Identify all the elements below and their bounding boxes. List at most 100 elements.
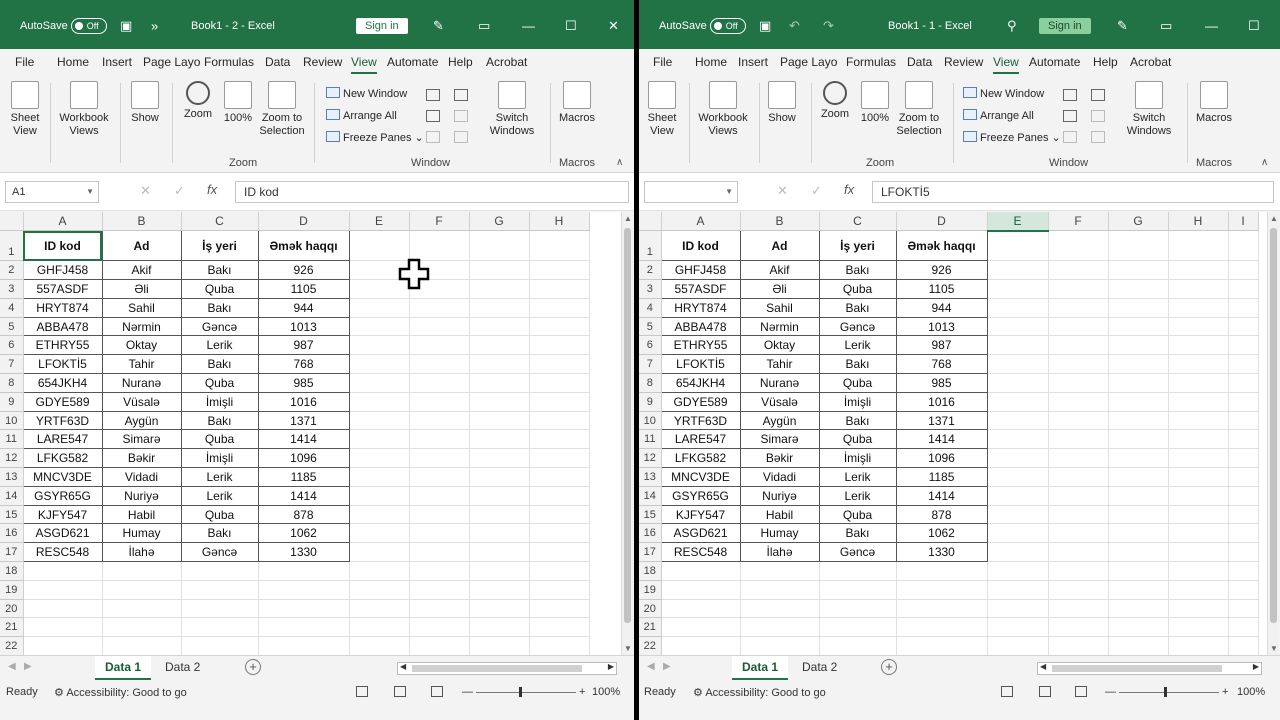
cell-i2[interactable] <box>1228 260 1259 281</box>
redo-icon[interactable]: ↷ <box>823 18 834 34</box>
cell-g15[interactable] <box>1108 505 1169 525</box>
scroll-down-icon[interactable]: ▼ <box>622 644 634 653</box>
tab-data[interactable]: Data <box>265 55 290 69</box>
row-header[interactable]: 10 <box>0 411 24 431</box>
tab-page-layo[interactable]: Page Layo <box>143 55 200 69</box>
scroll-left-icon[interactable]: ◀ <box>400 662 406 671</box>
row-header[interactable]: 3 <box>0 279 24 299</box>
view-side-by-side-icon[interactable] <box>454 89 468 101</box>
cell-g2[interactable] <box>469 260 530 281</box>
cell-g18[interactable] <box>469 561 530 581</box>
cell-b15[interactable]: Habil <box>101 504 182 525</box>
cell-e6[interactable] <box>987 335 1049 356</box>
row-header[interactable]: 13 <box>639 467 662 487</box>
cell-h20[interactable] <box>529 599 590 619</box>
cell-i6[interactable] <box>1228 335 1259 356</box>
cell-c17[interactable]: Gəncə <box>180 542 259 563</box>
cell-d2[interactable]: 926 <box>895 260 988 281</box>
cell-d1[interactable]: Əmək haqqı <box>895 230 988 262</box>
tab-home[interactable]: Home <box>57 55 89 69</box>
arrange-all-button[interactable]: Arrange All <box>963 109 1034 123</box>
cell-h14[interactable] <box>1168 486 1229 506</box>
cell-c4[interactable]: Bakı <box>818 297 897 318</box>
cell-d5[interactable]: 1013 <box>257 316 350 337</box>
cell-g19[interactable] <box>1108 580 1169 600</box>
cell-d22[interactable] <box>896 636 988 657</box>
cell-g1[interactable] <box>1108 230 1169 262</box>
row-header[interactable]: 19 <box>639 580 662 600</box>
cell-e4[interactable] <box>987 298 1049 318</box>
cell-g4[interactable] <box>469 298 530 318</box>
cell-g11[interactable] <box>1108 429 1169 450</box>
minimize-icon[interactable]: — <box>522 19 535 34</box>
cell-h13[interactable] <box>529 467 590 487</box>
cell-b10[interactable]: Aygün <box>101 410 182 431</box>
sign-in-button[interactable]: Sign in <box>1039 18 1091 34</box>
new-window-button[interactable]: New Window <box>963 87 1044 101</box>
cell-b1[interactable]: Ad <box>101 230 182 262</box>
cell-c8[interactable]: Quba <box>818 373 897 393</box>
cell-h1[interactable] <box>529 230 590 262</box>
cell-h10[interactable] <box>529 411 590 431</box>
cell-i8[interactable] <box>1228 373 1259 393</box>
cell-f17[interactable] <box>409 542 470 563</box>
switch-windows-button[interactable]: Switch Windows <box>1121 81 1177 138</box>
cell-f17[interactable] <box>1048 542 1109 563</box>
column-header-d[interactable]: D <box>258 212 350 232</box>
row-header[interactable]: 8 <box>639 373 662 393</box>
cell-i10[interactable] <box>1228 411 1259 431</box>
undo-icon[interactable]: ↶ <box>789 18 800 34</box>
cell-f7[interactable] <box>409 354 470 375</box>
row-header[interactable]: 18 <box>0 561 24 581</box>
scroll-left-icon[interactable]: ◀ <box>1040 662 1046 671</box>
cell-b7[interactable]: Tahir <box>101 354 182 375</box>
cell-d16[interactable]: 1062 <box>257 523 350 544</box>
cell-g7[interactable] <box>469 354 530 375</box>
cell-h18[interactable] <box>529 561 590 581</box>
sync-scroll-icon[interactable] <box>1091 110 1105 122</box>
scroll-right-icon[interactable]: ▶ <box>608 662 614 671</box>
cell-d17[interactable]: 1330 <box>257 542 350 563</box>
cell-e17[interactable] <box>349 542 410 563</box>
cell-h6[interactable] <box>529 335 590 356</box>
cell-c6[interactable]: Lerik <box>818 335 897 356</box>
row-header[interactable]: 7 <box>0 354 24 375</box>
cell-h8[interactable] <box>529 373 590 393</box>
cell-c1[interactable]: İş yeri <box>180 230 259 262</box>
insert-function-icon[interactable]: fx <box>207 182 217 197</box>
row-header[interactable]: 14 <box>0 486 24 506</box>
cell-e4[interactable] <box>349 298 410 318</box>
cell-f5[interactable] <box>409 317 470 337</box>
column-header-d[interactable]: D <box>896 212 988 232</box>
column-header-e[interactable]: E <box>987 212 1049 232</box>
cell-f15[interactable] <box>1048 505 1109 525</box>
cell-h2[interactable] <box>1168 260 1229 281</box>
unhide-icon[interactable] <box>426 131 440 143</box>
save-icon[interactable]: ▣ <box>759 18 771 34</box>
zoom-slider[interactable] <box>1119 692 1219 693</box>
cell-a18[interactable] <box>23 561 103 581</box>
new-sheet-icon[interactable]: + <box>881 659 897 675</box>
cell-h7[interactable] <box>529 354 590 375</box>
cell-h9[interactable] <box>1168 392 1229 412</box>
cell-c3[interactable]: Quba <box>180 279 259 299</box>
cell-e1[interactable] <box>349 230 410 262</box>
sheet-tab-data-1[interactable]: Data 1 <box>95 656 152 680</box>
cell-e15[interactable] <box>987 505 1049 525</box>
cell-d18[interactable] <box>258 561 350 581</box>
cell-b8[interactable]: Nuranə <box>739 373 820 393</box>
cell-d13[interactable]: 1185 <box>257 467 350 487</box>
name-box[interactable]: A1 ▼ <box>5 181 99 203</box>
row-header[interactable]: 15 <box>0 505 24 525</box>
cell-c2[interactable]: Bakı <box>180 260 259 281</box>
cell-g1[interactable] <box>469 230 530 262</box>
prev-sheet-icon[interactable]: ◀ <box>8 661 16 672</box>
cell-d19[interactable] <box>258 580 350 600</box>
cell-e19[interactable] <box>987 580 1049 600</box>
cell-d2[interactable]: 926 <box>257 260 350 281</box>
cell-h6[interactable] <box>1168 335 1229 356</box>
tab-view[interactable]: View <box>993 55 1019 74</box>
cell-b13[interactable]: Vidadi <box>739 467 820 487</box>
pen-icon[interactable]: ✎ <box>433 18 444 34</box>
cell-d9[interactable]: 1016 <box>895 391 988 412</box>
